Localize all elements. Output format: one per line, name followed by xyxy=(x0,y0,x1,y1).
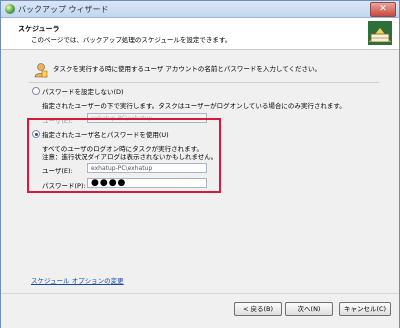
wizard-content: タスクを実行する時に使用するユーザ アカウントの名前とパスワードを入力してくださ… xyxy=(1,50,399,293)
no-password-description: 指定されたユーザーの下で実行します。タスクはユーザーがログオンしている場合にのみ… xyxy=(42,102,346,110)
wizard-footer: < 戻る(B) 次へ(N) キャンセル(C) xyxy=(1,293,399,328)
intro-text: タスクを実行する時に使用するユーザ アカウントの名前とパスワードを入力してくださ… xyxy=(53,65,322,73)
page-title: スケジューラ xyxy=(18,25,60,33)
no-password-radio[interactable] xyxy=(32,87,40,95)
app-icon xyxy=(5,4,15,14)
no-password-label[interactable]: パスワードを設定しない(D) xyxy=(42,86,124,96)
use-password-user-field[interactable]: exhatup-PC\exhatup xyxy=(87,163,207,173)
window-title: バックアップ ウィザード xyxy=(18,5,109,14)
use-password-label[interactable]: 指定されたユーザ名とパスワードを使用(U) xyxy=(42,129,169,139)
next-button[interactable]: 次へ(N) xyxy=(285,302,333,316)
wizard-header: スケジューラ このページでは、バックアップ処理のスケジュールを設定できます。 xyxy=(1,18,399,50)
password-label: パスワード(P): xyxy=(42,182,86,190)
backup-graphic-icon xyxy=(368,21,392,45)
cancel-button[interactable]: キャンセル(C) xyxy=(339,302,391,316)
page-subtitle: このページでは、バックアップ処理のスケジュールを設定できます。 xyxy=(31,36,232,44)
divider xyxy=(29,82,379,83)
password-field[interactable]: ●●●● xyxy=(87,178,207,188)
wizard-window: バックアップ ウィザード ✕ スケジューラ このページでは、バックアップ処理のス… xyxy=(0,0,400,328)
use-password-radio[interactable] xyxy=(32,130,40,138)
use-password-user-label: ユーザ(E): xyxy=(42,167,73,175)
user-account-icon xyxy=(34,63,48,78)
schedule-options-link[interactable]: スケジュール オプションの変更 xyxy=(31,275,124,285)
title-bar: バックアップ ウィザード ✕ xyxy=(1,1,399,18)
back-button[interactable]: < 戻る(B) xyxy=(234,302,282,316)
use-password-description-2: 注意：進行状況ダイアログは表示されないかもしれません。 xyxy=(42,153,218,161)
close-button[interactable]: ✕ xyxy=(370,2,396,17)
